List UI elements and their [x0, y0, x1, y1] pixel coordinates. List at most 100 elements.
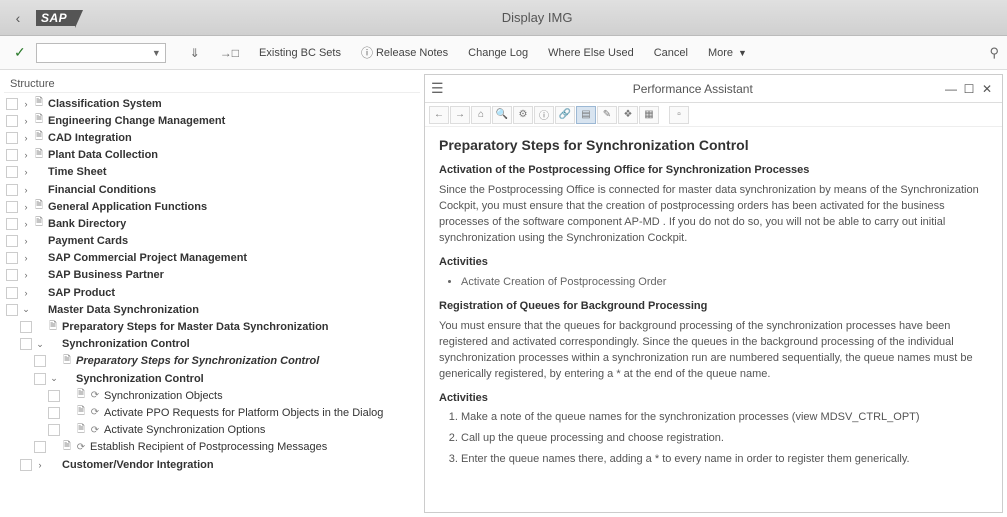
tool-button-4[interactable]: 🔗 — [555, 106, 575, 124]
assistant-titlebar: ☰ Performance Assistant — ☐ ✕ — [425, 75, 1002, 103]
activity-icon[interactable]: ⟳ — [74, 442, 88, 453]
checkbox[interactable] — [6, 269, 18, 281]
expand-icon[interactable]: › — [20, 185, 32, 195]
assistant-document-body[interactable]: Preparatory Steps for Synchronization Co… — [425, 127, 1002, 512]
nav-back-button[interactable]: ← — [429, 106, 449, 124]
accept-button[interactable]: ✓ — [8, 44, 32, 61]
content-area: Structure ›🗎Classification System›🗎Engin… — [0, 70, 1007, 517]
checkbox[interactable] — [6, 166, 18, 178]
checkbox[interactable] — [20, 338, 32, 350]
more-button[interactable]: More▼ — [700, 43, 755, 63]
expand-collapse-button[interactable]: ⇓ — [182, 42, 208, 64]
tool-button-3[interactable]: ⓘ — [534, 106, 554, 124]
tree-row[interactable]: 🗎⟳Activate Synchronization Options — [4, 422, 420, 439]
tree-row[interactable]: ›🗎Classification System — [4, 95, 420, 112]
tool-button-5[interactable]: ✎ — [597, 106, 617, 124]
close-button[interactable]: ✕ — [978, 82, 996, 96]
expand-icon[interactable]: › — [20, 133, 32, 143]
checkbox[interactable] — [6, 184, 18, 196]
expand-icon[interactable]: › — [20, 167, 32, 177]
activity-icon[interactable]: ⟳ — [88, 407, 102, 418]
collapse-icon[interactable]: ⌄ — [20, 304, 32, 315]
tree-row[interactable]: 🗎⟳Synchronization Objects — [4, 387, 420, 404]
checkbox[interactable] — [48, 407, 60, 419]
checkbox[interactable] — [6, 287, 18, 299]
tool-button-6[interactable]: ❖ — [618, 106, 638, 124]
checkbox[interactable] — [48, 424, 60, 436]
tree-row[interactable]: ›🗎CAD Integration — [4, 129, 420, 146]
checkbox[interactable] — [20, 459, 32, 471]
tree-row[interactable]: ›SAP Commercial Project Management — [4, 250, 420, 267]
tree-label: Master Data Synchronization — [46, 304, 199, 316]
expand-icon[interactable]: › — [20, 202, 32, 212]
checkbox[interactable] — [34, 441, 46, 453]
checkbox[interactable] — [6, 252, 18, 264]
tree-row[interactable]: ›Payment Cards — [4, 233, 420, 250]
home-button[interactable]: ⌂ — [471, 106, 491, 124]
window-title: Display IMG — [75, 10, 999, 25]
expand-icon[interactable]: › — [20, 253, 32, 263]
expand-icon[interactable]: › — [20, 150, 32, 160]
tree-row[interactable]: ›SAP Business Partner — [4, 267, 420, 284]
menu-icon[interactable]: ☰ — [431, 80, 444, 97]
checkbox[interactable] — [34, 355, 46, 367]
maximize-button[interactable]: ☐ — [960, 82, 978, 96]
expand-icon[interactable]: › — [20, 236, 32, 246]
view-mode-button[interactable]: ▤ — [576, 106, 596, 124]
where-else-used-button[interactable]: Where Else Used — [540, 43, 642, 63]
tree-row[interactable]: 🗎Preparatory Steps for Synchronization C… — [4, 353, 420, 370]
search-icon[interactable]: ⚲ — [989, 45, 999, 61]
checkbox[interactable] — [20, 321, 32, 333]
command-combo[interactable]: ▼ — [36, 43, 166, 63]
tool-button-8[interactable]: ▫ — [669, 106, 689, 124]
checkbox[interactable] — [6, 218, 18, 230]
release-notes-button[interactable]: ⓘRelease Notes — [353, 40, 456, 65]
checkbox[interactable] — [6, 304, 18, 316]
checkbox[interactable] — [6, 132, 18, 144]
hierarchy-button[interactable]: →□ — [212, 42, 247, 64]
existing-bc-sets-button[interactable]: Existing BC Sets — [251, 43, 349, 63]
img-tree[interactable]: ›🗎Classification System›🗎Engineering Cha… — [4, 93, 420, 473]
tree-row[interactable]: ⌄ Master Data Synchronization — [4, 301, 420, 318]
change-log-button[interactable]: Change Log — [460, 43, 536, 63]
expand-icon[interactable]: › — [20, 99, 32, 109]
tree-row[interactable]: 🗎Preparatory Steps for Master Data Synch… — [4, 318, 420, 335]
tree-row[interactable]: ›🗎General Application Functions — [4, 198, 420, 215]
checkbox[interactable] — [34, 373, 46, 385]
tool-button-1[interactable]: 🔍 — [492, 106, 512, 124]
tree-row[interactable]: ›Time Sheet — [4, 164, 420, 181]
expand-icon[interactable]: › — [20, 270, 32, 280]
tree-row[interactable]: ⌄Synchronization Control — [4, 370, 420, 387]
activity-link[interactable]: Activate Creation of Postprocessing Orde… — [461, 275, 988, 291]
cancel-button[interactable]: Cancel — [646, 43, 696, 63]
nav-forward-button[interactable]: → — [450, 106, 470, 124]
tree-row[interactable]: ›🗎Plant Data Collection — [4, 147, 420, 164]
activity-icon[interactable]: ⟳ — [88, 390, 102, 401]
tree-row[interactable]: ›🗎Bank Directory — [4, 215, 420, 232]
tree-row[interactable]: ⌄Synchronization Control — [4, 336, 420, 353]
collapse-icon[interactable]: ⌄ — [48, 373, 60, 384]
tool-button-2[interactable]: ⚙ — [513, 106, 533, 124]
activity-icon[interactable]: ⟳ — [88, 425, 102, 436]
tool-button-7[interactable]: ▦ — [639, 106, 659, 124]
document-icon: 🗎 — [74, 387, 88, 404]
back-button[interactable]: ‹ — [8, 8, 28, 28]
expand-icon[interactable]: › — [20, 288, 32, 298]
checkbox[interactable] — [6, 98, 18, 110]
tree-row[interactable]: 🗎⟳Establish Recipient of Postprocessing … — [4, 439, 420, 456]
collapse-icon[interactable]: ⌄ — [34, 339, 46, 350]
checkbox[interactable] — [6, 201, 18, 213]
tree-row[interactable]: ›Customer/Vendor Integration — [4, 456, 420, 473]
tree-row[interactable]: ›SAP Product — [4, 284, 420, 301]
expand-icon[interactable]: › — [20, 116, 32, 126]
expand-icon[interactable]: › — [34, 460, 46, 470]
checkbox[interactable] — [6, 235, 18, 247]
minimize-button[interactable]: — — [942, 82, 960, 96]
tree-row[interactable]: 🗎⟳Activate PPO Requests for Platform Obj… — [4, 404, 420, 421]
checkbox[interactable] — [6, 115, 18, 127]
tree-row[interactable]: ›Financial Conditions — [4, 181, 420, 198]
checkbox[interactable] — [48, 390, 60, 402]
expand-icon[interactable]: › — [20, 219, 32, 229]
checkbox[interactable] — [6, 149, 18, 161]
tree-row[interactable]: ›🗎Engineering Change Management — [4, 112, 420, 129]
